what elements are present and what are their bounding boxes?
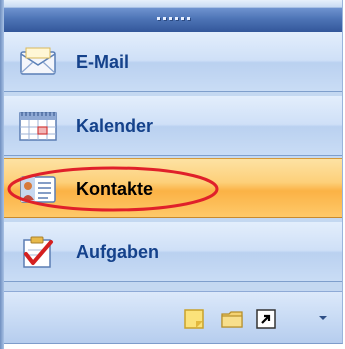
nav-label-tasks: Aufgaben [76,242,159,262]
nav-button-calendar[interactable]: Kalender [4,96,342,156]
contacts-card-icon [20,176,56,203]
configure-buttons-chevron-icon[interactable] [316,311,330,325]
task-clipboard-check-icon [23,236,53,268]
nav-button-email[interactable]: E-Mail [4,32,342,92]
envelope-icon [20,47,56,75]
calendar-icon [19,112,57,141]
pane-splitter[interactable] [4,8,342,33]
splitter-grip-icon [152,17,194,21]
nav-label-email: E-Mail [76,52,130,72]
shortcut-arrow-icon[interactable] [254,307,278,331]
nav-button-tasks[interactable]: Aufgaben [4,222,342,282]
folder-icon[interactable] [220,307,244,331]
nav-label-calendar: Kalender [76,116,154,136]
nav-label-contacts: Kontakte [76,179,154,199]
pane-top-strip [4,0,342,8]
nav-bottom-button-bar [4,291,342,343]
nav-button-contacts[interactable]: Kontakte [4,158,342,218]
navigation-pane: E-Mail Kalender Kontakte Aufgaben [0,0,345,349]
notes-icon[interactable] [182,307,206,331]
